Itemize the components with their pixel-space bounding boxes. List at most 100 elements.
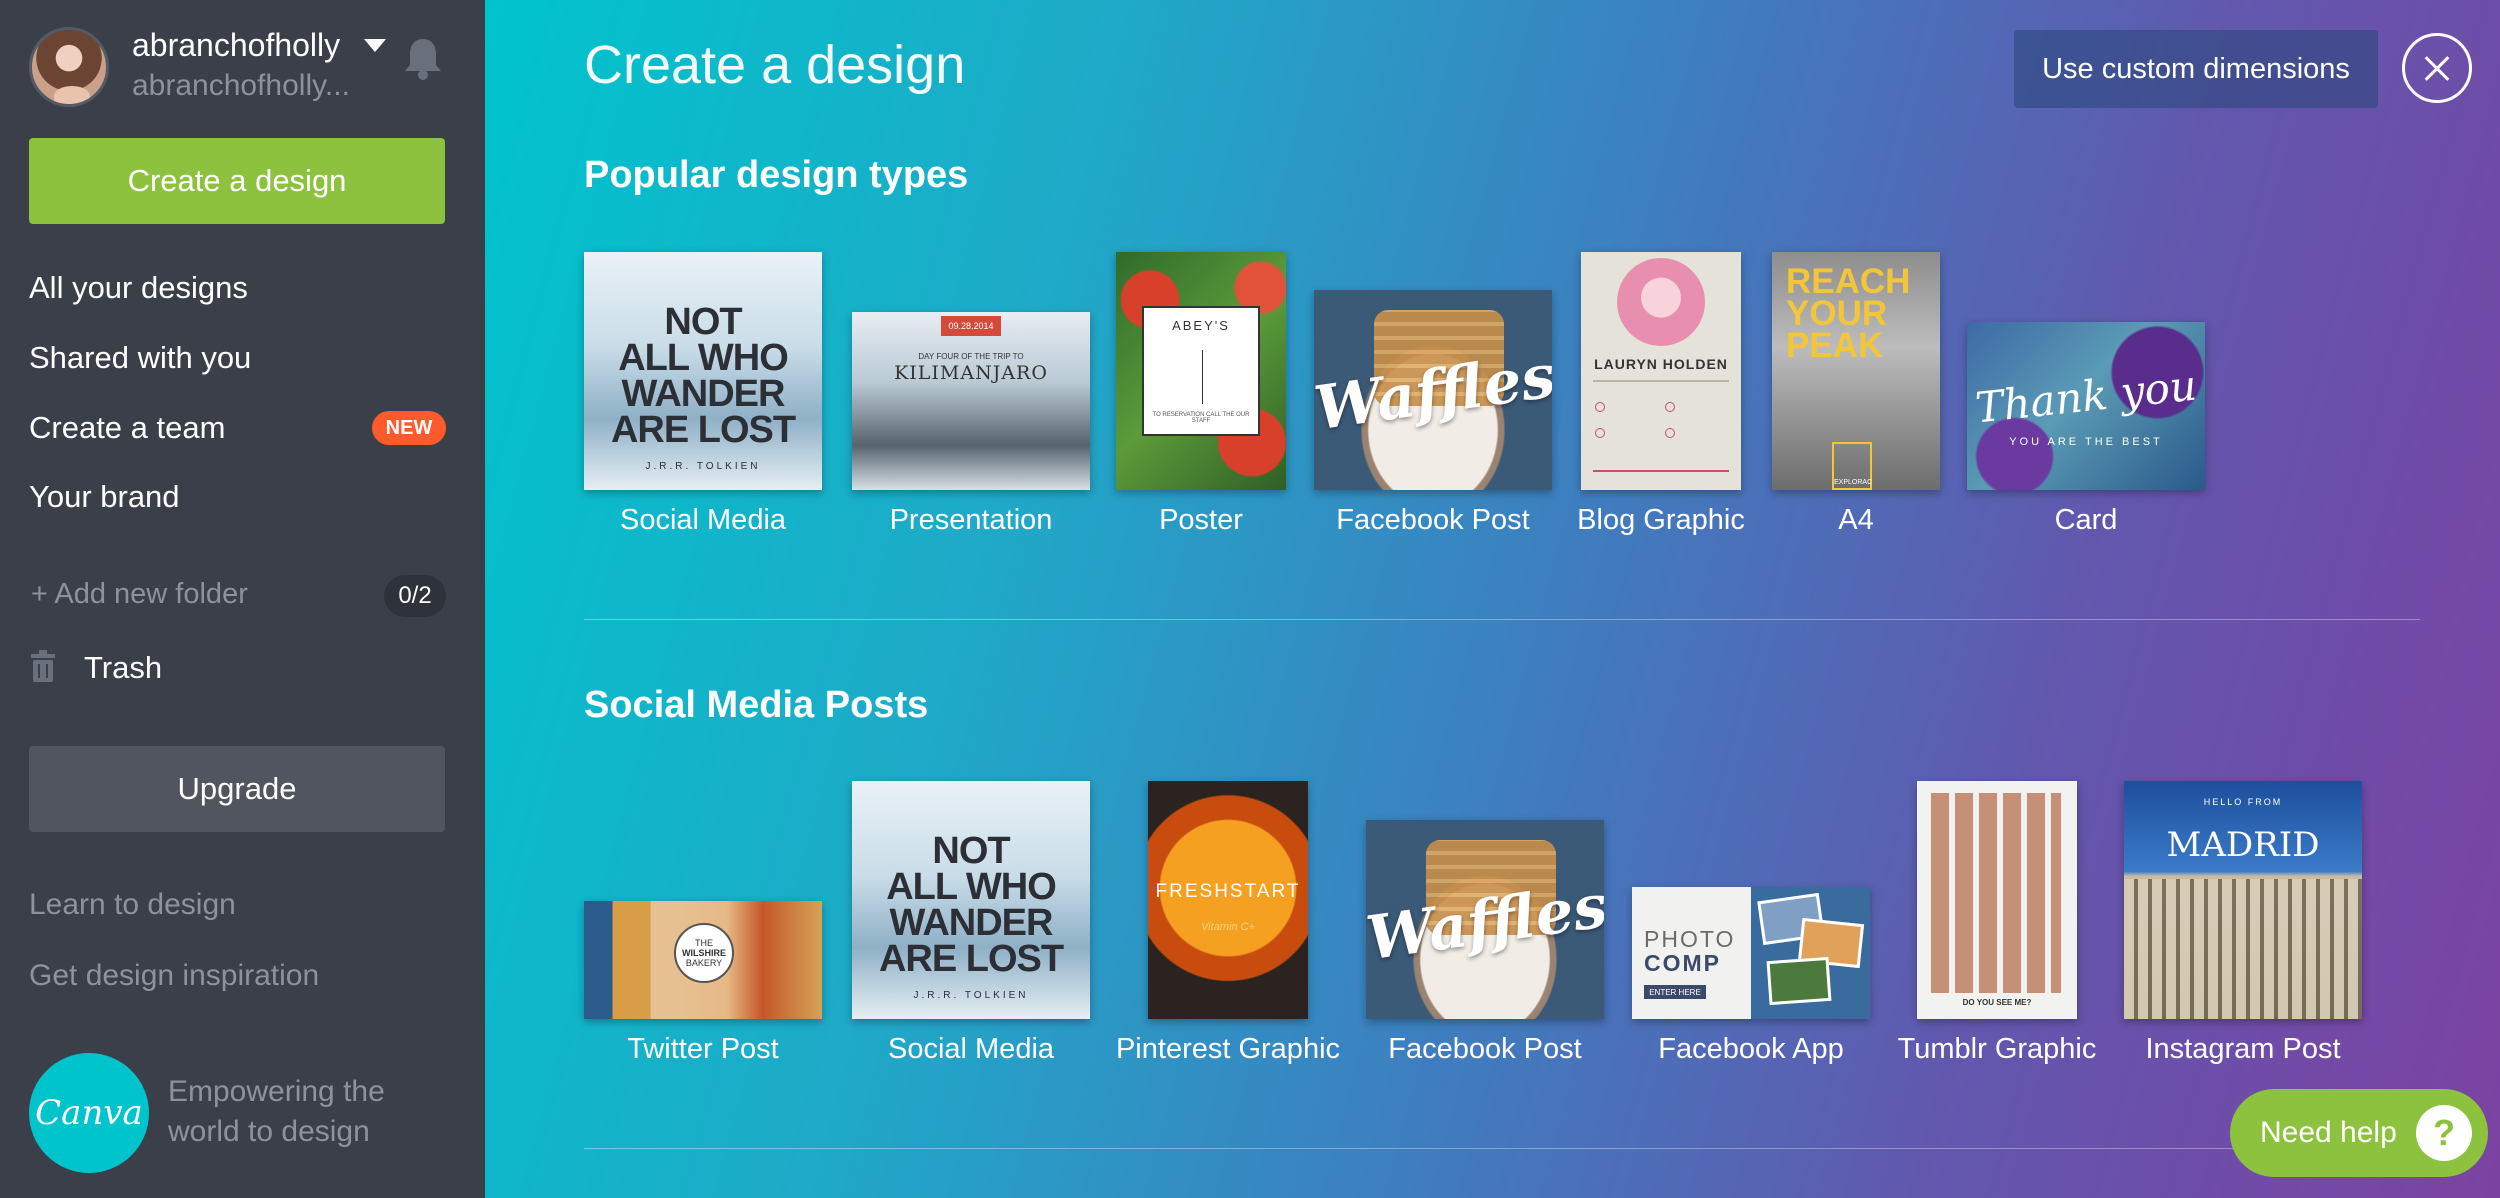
create-design-panel: Create a design Use custom dimensions Po… (485, 0, 2500, 1198)
thumbnail[interactable]: 09.28.2014 DAY FOUR OF THE TRIP TO KILIM… (852, 312, 1090, 490)
thumbnail[interactable]: NOT ALL WHO WANDER ARE LOST J.R.R. TOLKI… (852, 781, 1090, 1019)
thumbnail[interactable]: Waffles (1314, 290, 1552, 490)
thumb-headline: FRESHSTART (1155, 881, 1301, 902)
thumb-portrait (1617, 258, 1705, 346)
trash-link[interactable]: Trash (84, 650, 162, 686)
thumb-script: Waffles (1314, 341, 1552, 445)
close-icon[interactable] (2402, 33, 2472, 103)
thumbnail[interactable]: Thank you YOU ARE THE BEST (1967, 322, 2205, 490)
section-title-social: Social Media Posts (584, 684, 929, 726)
folder-count-badge: 0/2 (384, 575, 446, 617)
thumb-name: LAURYN HOLDEN (1594, 356, 1728, 372)
design-type-twitter-post[interactable]: THE WILSHIRE BAKERY Twitter Post (584, 901, 822, 1071)
thumb-panel: ABEY'S TO RESERVATION CALL THE OUR STAFF (1142, 306, 1260, 436)
design-type-label: Pinterest Graphic (1115, 1033, 1341, 1065)
avatar[interactable] (29, 27, 109, 107)
thumb-title: KILIMANJARO (894, 362, 1048, 384)
thumb-frame: EXPLORAC (1832, 442, 1872, 490)
design-type-social-media[interactable]: NOT ALL WHO WANDER ARE LOST J.R.R. TOLKI… (584, 252, 822, 542)
design-type-poster[interactable]: ABEY'S TO RESERVATION CALL THE OUR STAFF… (1116, 252, 1286, 542)
create-design-button[interactable]: Create a design (29, 138, 445, 224)
thumb-subtitle: HELLO FROM (2203, 797, 2283, 807)
page-title: Create a design (584, 35, 966, 95)
thumbnail[interactable]: REACH YOUR PEAK EXPLORAC (1772, 252, 1940, 490)
thumb-dot (1595, 402, 1605, 412)
thumb-headline: PHOTO COMP (1644, 926, 1736, 976)
thumbnail[interactable]: NOT ALL WHO WANDER ARE LOST J.R.R. TOLKI… (584, 252, 822, 490)
thumb-date-tag: 09.28.2014 (941, 316, 1001, 336)
thumb-headline: REACH YOUR PEAK (1786, 262, 1911, 365)
design-type-social-media-2[interactable]: NOT ALL WHO WANDER ARE LOST J.R.R. TOLKI… (852, 781, 1090, 1071)
thumb-author: J.R.R. TOLKIEN (913, 990, 1029, 1001)
thumb-building (2124, 879, 2362, 1019)
design-type-facebook-post[interactable]: Waffles Facebook Post (1314, 290, 1552, 542)
add-folder-link[interactable]: + Add new folder (31, 578, 248, 611)
design-inspiration-link[interactable]: Get design inspiration (29, 959, 319, 993)
nav-your-brand[interactable]: Your brand (29, 479, 180, 515)
trash-icon[interactable] (30, 650, 56, 682)
thumb-portrait (1931, 793, 2061, 993)
user-menu[interactable]: abranchofholly abranchofholly... (29, 25, 459, 115)
design-type-instagram-post[interactable]: HELLO FROM MADRID Instagram Post (2124, 781, 2362, 1071)
thumb-photo (1766, 956, 1832, 1006)
design-type-a4[interactable]: REACH YOUR PEAK EXPLORAC A4 (1772, 252, 1940, 542)
thumb-button: ENTER HERE (1644, 985, 1706, 999)
thumbnail[interactable]: PHOTO COMP ENTER HERE (1632, 887, 1870, 1019)
need-help-button[interactable]: Need help ? (2230, 1089, 2488, 1177)
nav-all-designs[interactable]: All your designs (29, 270, 248, 306)
canva-logo[interactable]: Canva (29, 1053, 149, 1173)
thumbnail[interactable]: THE WILSHIRE BAKERY (584, 901, 822, 1019)
design-type-label: Instagram Post (2145, 1033, 2341, 1065)
design-type-tumblr-graphic[interactable]: DO YOU SEE ME? Tumblr Graphic (1898, 781, 2096, 1071)
thumb-title: ABEY'S (1172, 318, 1230, 333)
thumb-rule (1202, 350, 1203, 404)
tagline: Empowering the world to design (168, 1075, 385, 1148)
thumb-quote: NOT ALL WHO WANDER ARE LOST (610, 301, 796, 452)
new-badge: NEW (372, 411, 446, 445)
section-divider (584, 619, 2420, 620)
design-type-label: Card (2054, 504, 2118, 536)
thumb-subtitle: DAY FOUR OF THE TRIP TO (918, 352, 1024, 361)
design-type-facebook-app[interactable]: PHOTO COMP ENTER HERE Facebook App (1632, 887, 1870, 1071)
section-divider (584, 1148, 2420, 1149)
section-title-popular: Popular design types (584, 154, 969, 196)
user-name: abranchofholly (132, 27, 341, 63)
caret-down-icon[interactable] (364, 39, 386, 52)
design-type-pinterest-graphic[interactable]: FRESHSTART Vitamin C+ Pinterest Graphic (1116, 781, 1340, 1071)
thumbnail[interactable]: DO YOU SEE ME? (1917, 781, 2077, 1019)
design-type-facebook-post-2[interactable]: Waffles Facebook Post (1366, 820, 1604, 1071)
thumbnail[interactable]: FRESHSTART Vitamin C+ (1148, 781, 1308, 1019)
thumb-subtitle: TO RESERVATION CALL THE OUR STAFF (1152, 412, 1250, 424)
thumb-dot (1665, 402, 1675, 412)
thumb-subtitle: Vitamin C+ (1201, 921, 1255, 933)
thumb-headline: MADRID (2166, 825, 2320, 865)
learn-to-design-link[interactable]: Learn to design (29, 888, 236, 922)
thumb-script: Thank you (1973, 360, 2199, 433)
thumb-caption: DO YOU SEE ME? (1962, 998, 2032, 1007)
bell-icon[interactable] (402, 35, 444, 81)
nav-create-team[interactable]: Create a team (29, 410, 225, 446)
thumb-dot (1595, 428, 1605, 438)
custom-dimensions-button[interactable]: Use custom dimensions (2014, 30, 2378, 108)
thumb-dot (1665, 428, 1675, 438)
thumb-seal: THE WILSHIRE BAKERY (674, 923, 734, 983)
upgrade-button[interactable]: Upgrade (29, 746, 445, 832)
question-icon: ? (2416, 1105, 2472, 1161)
thumbnail[interactable]: LAURYN HOLDEN (1581, 252, 1741, 490)
thumb-author: J.R.R. TOLKIEN (645, 461, 761, 472)
thumbnail[interactable]: HELLO FROM MADRID (2124, 781, 2362, 1019)
thumb-script: Waffles (1366, 870, 1604, 974)
design-type-label: Social Media (887, 1033, 1055, 1065)
design-type-label: Tumblr Graphic (1897, 1033, 2097, 1065)
thumb-subtitle: YOU ARE THE BEST (2009, 436, 2163, 449)
thumb-line (1593, 380, 1729, 382)
thumbnail[interactable]: Waffles (1366, 820, 1604, 1019)
thumbnail[interactable]: ABEY'S TO RESERVATION CALL THE OUR STAFF (1116, 252, 1286, 490)
thumb-line (1593, 470, 1729, 472)
design-type-presentation[interactable]: 09.28.2014 DAY FOUR OF THE TRIP TO KILIM… (852, 312, 1090, 542)
design-type-blog-graphic[interactable]: LAURYN HOLDEN Blog Graphic (1577, 252, 1745, 542)
nav-shared-with-you[interactable]: Shared with you (29, 340, 251, 376)
design-type-card[interactable]: Thank you YOU ARE THE BEST Card (1967, 322, 2205, 542)
thumb-quote: NOT ALL WHO WANDER ARE LOST (878, 830, 1064, 981)
user-email: abranchofholly... (132, 69, 350, 102)
